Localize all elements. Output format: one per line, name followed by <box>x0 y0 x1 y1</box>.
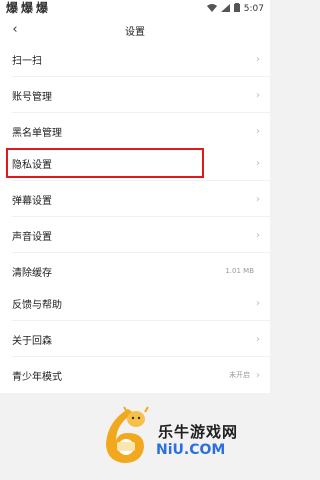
settings-section-account: 扫一扫 › 账号管理 › 黑名单管理 › <box>0 41 270 149</box>
app-notification-icon: 爆 <box>6 1 19 15</box>
chevron-right-icon: › <box>256 157 260 169</box>
settings-item-danmaku[interactable]: 弹幕设置 › <box>0 181 270 217</box>
settings-item-label: 青少年模式 <box>12 371 62 383</box>
settings-item-label: 关于回森 <box>12 335 52 347</box>
page-title: 设置 <box>125 26 145 38</box>
settings-item-label: 反馈与帮助 <box>12 299 62 311</box>
status-app-icons: 爆 爆 爆 <box>6 2 48 14</box>
back-button[interactable]: ‹ <box>6 20 24 38</box>
settings-item-label: 黑名单管理 <box>12 127 62 139</box>
status-time: 5:07 <box>243 4 264 14</box>
signal-icon <box>220 3 230 15</box>
chevron-right-icon: › <box>256 53 260 65</box>
chevron-right-icon: › <box>256 229 260 241</box>
settings-item-label: 清除缓存 <box>12 267 52 279</box>
battery-icon <box>233 3 240 15</box>
settings-item-sound[interactable]: 声音设置 › <box>0 217 270 253</box>
chevron-right-icon: › <box>256 369 260 381</box>
settings-item-label: 声音设置 <box>12 231 52 243</box>
watermark-logo <box>100 403 155 467</box>
settings-section-about: 反馈与帮助 › 关于回森 › 青少年模式 未开启 › <box>0 285 270 393</box>
chevron-right-icon: › <box>256 89 260 101</box>
app-notification-icon: 爆 <box>21 1 34 15</box>
page-header: ‹ 设置 <box>0 17 270 43</box>
settings-item-feedback[interactable]: 反馈与帮助 › <box>0 285 270 321</box>
highlight-box <box>6 148 204 178</box>
settings-item-account[interactable]: 账号管理 › <box>0 77 270 113</box>
settings-item-label: 账号管理 <box>12 91 52 103</box>
cache-size: 1.01 MB <box>225 267 254 275</box>
chevron-right-icon: › <box>256 333 260 345</box>
watermark-domain: NiU.COM <box>156 442 226 458</box>
chevron-right-icon: › <box>256 193 260 205</box>
chevron-right-icon: › <box>256 125 260 137</box>
status-bar: 爆 爆 爆 5:07 <box>0 0 270 17</box>
settings-item-blacklist[interactable]: 黑名单管理 › <box>0 113 270 149</box>
chevron-right-icon: › <box>256 297 260 309</box>
settings-item-label: 扫一扫 <box>12 55 42 67</box>
settings-item-label: 弹幕设置 <box>12 195 52 207</box>
teen-mode-status: 未开启 <box>229 371 250 379</box>
chevron-left-icon: ‹ <box>12 21 18 37</box>
settings-item-clear-cache[interactable]: 清除缓存 1.01 MB <box>0 253 270 289</box>
settings-item-about[interactable]: 关于回森 › <box>0 321 270 357</box>
watermark-brand: 乐牛游戏网 <box>158 423 239 441</box>
settings-item-teen-mode[interactable]: 青少年模式 未开启 › <box>0 357 270 393</box>
settings-item-scan[interactable]: 扫一扫 › <box>0 41 270 77</box>
app-notification-icon: 爆 <box>36 1 49 15</box>
watermark: 乐牛游戏网 NiU.COM <box>100 403 265 467</box>
wifi-icon <box>206 3 217 15</box>
